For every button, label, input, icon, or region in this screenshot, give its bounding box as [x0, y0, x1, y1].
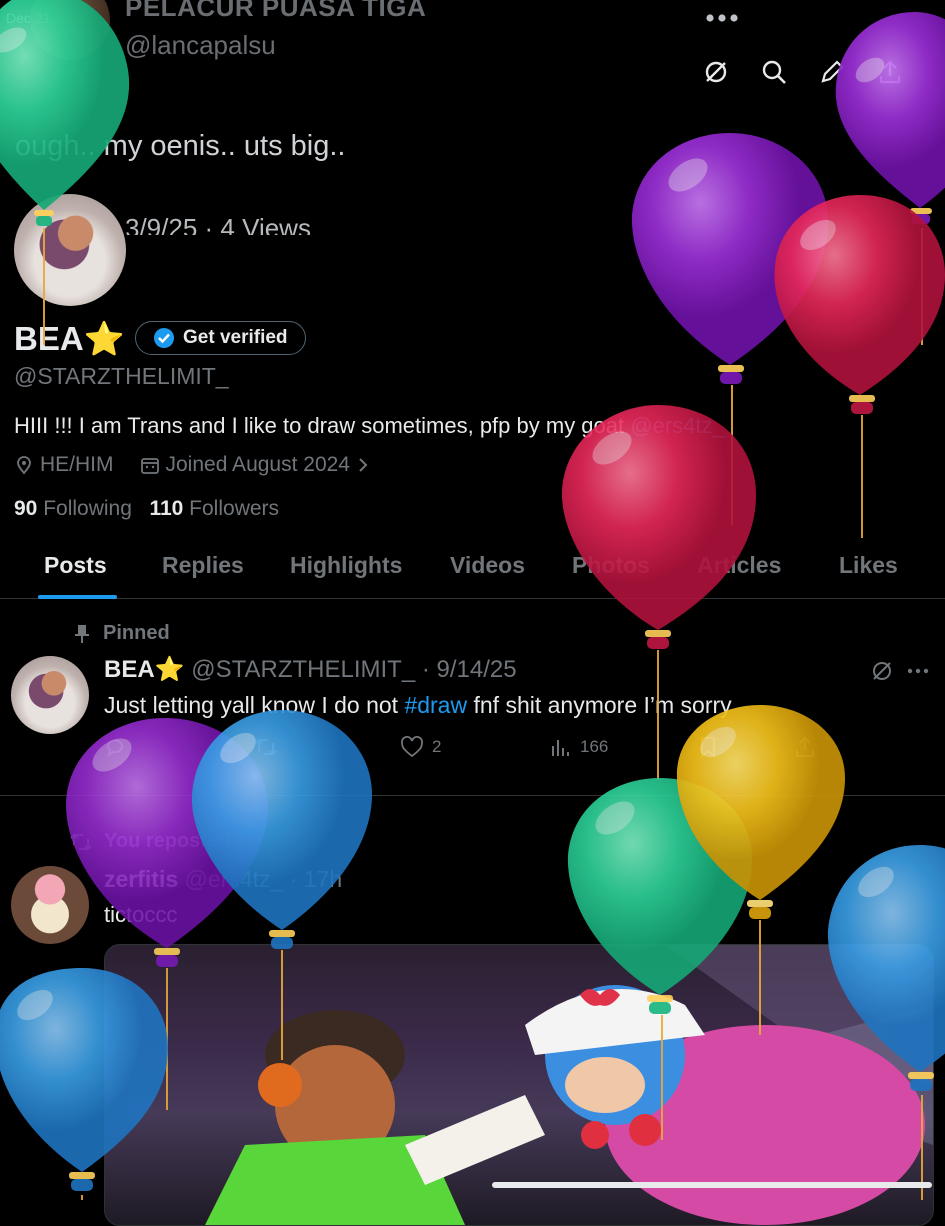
view-count: 166	[580, 737, 609, 756]
compose-icon[interactable]	[814, 54, 850, 90]
pronouns: HE/HIM	[40, 453, 114, 476]
location-icon	[17, 456, 31, 475]
profile-avatar[interactable]	[11, 191, 129, 309]
share-icon[interactable]	[872, 54, 908, 90]
reply-button[interactable]	[104, 736, 126, 758]
search-icon[interactable]	[756, 54, 792, 90]
top-tweet-text: ough.. my oenis.. uts big..	[15, 130, 346, 162]
get-verified-button[interactable]: Get verified	[135, 321, 306, 355]
joined-date: Joined August 2024	[165, 453, 351, 476]
post-handle-date[interactable]: @STARZTHELIMIT_ · 9/14/25	[191, 656, 516, 683]
top-tweet-avatar[interactable]	[30, 0, 110, 60]
tab-posts[interactable]: Posts	[44, 552, 107, 579]
repost-icon	[255, 738, 277, 756]
grok-post-icon[interactable]	[864, 653, 900, 689]
tab-replies[interactable]: Replies	[162, 552, 244, 579]
post-text-after: fnf shit anymore I’m sorry	[467, 692, 732, 718]
repost-author-name[interactable]: zerfitis	[104, 866, 178, 892]
bookmark-button[interactable]	[698, 736, 718, 758]
views-icon	[552, 740, 569, 756]
post-divider	[0, 795, 945, 796]
post-avatar[interactable]	[11, 656, 89, 734]
pinned-indicator: Pinned	[75, 622, 170, 645]
pin-icon	[75, 624, 89, 643]
active-tab-indicator	[38, 595, 117, 599]
tab-videos[interactable]: Videos	[450, 552, 525, 579]
profile-name: BEA⭐	[14, 320, 125, 357]
profile-bio: HIII !!! I am Trans and I like to draw s…	[14, 413, 725, 439]
tab-photos[interactable]: Photos	[572, 552, 650, 579]
profile-handle: @STARZTHELIMIT_	[14, 363, 229, 389]
followers-count: 110	[149, 497, 184, 520]
balloon-purple-2	[631, 133, 829, 525]
pinned-post-text: Just letting yall know I do not #draw fn…	[104, 692, 732, 719]
like-button[interactable]: 2	[400, 736, 441, 758]
top-tweet-name[interactable]: PELACUR PUASA TIGA	[125, 0, 426, 23]
top-tweet-handle[interactable]: @lancapalsu	[125, 30, 276, 61]
follow-counts: 90 Following 110 Followers	[14, 497, 279, 521]
post-actions: 2 166	[104, 736, 824, 762]
repost-text: tictoccc	[104, 902, 178, 927]
followers-label: Followers	[189, 497, 280, 520]
post-more-icon[interactable]	[900, 653, 936, 689]
repost-indicator: You reposted	[70, 830, 230, 853]
tab-articles[interactable]: Articles	[697, 552, 781, 579]
share-post-icon	[796, 736, 814, 757]
repost-button[interactable]	[254, 736, 278, 758]
post-text-before: Just letting yall know I do not	[104, 692, 405, 718]
balloon-red-1	[774, 195, 945, 538]
following-link[interactable]: 90 Following	[14, 497, 132, 520]
repost-label: You reposted	[104, 830, 231, 852]
repost-small-icon	[70, 833, 92, 850]
followers-link[interactable]: 110 Followers	[149, 497, 279, 520]
chevron-right-icon[interactable]	[356, 455, 370, 475]
post-author-name[interactable]: BEA⭐	[104, 656, 185, 683]
pinned-post-header: BEA⭐ @STARZTHELIMIT_ · 9/14/25	[104, 655, 517, 684]
pinned-label: Pinned	[103, 622, 170, 644]
hashtag-link[interactable]: #draw	[404, 692, 467, 718]
like-count: 2	[432, 737, 442, 756]
verified-badge-icon	[154, 328, 174, 348]
repost-header: zerfitis @ers4tz_ · 17h	[104, 866, 342, 893]
repost-handle-time[interactable]: @ers4tz_ · 17h	[185, 866, 343, 892]
profile-meta: HE/HIM Joined August 2024	[14, 453, 370, 477]
views-button[interactable]: 166	[550, 736, 608, 758]
top-tweet-date-views: 3/9/25 · 4 Views	[125, 213, 311, 235]
home-indicator[interactable]	[492, 1182, 932, 1188]
share-post-button[interactable]	[794, 736, 816, 758]
grok-icon[interactable]	[698, 54, 734, 90]
more-icon[interactable]	[704, 0, 740, 36]
heart-icon	[401, 736, 423, 758]
tab-likes[interactable]: Likes	[839, 552, 898, 579]
bookmark-icon	[701, 737, 715, 758]
tab-highlights[interactable]: Highlights	[290, 552, 402, 579]
calendar-icon	[140, 458, 159, 474]
bio-mention-link[interactable]: @ers4tz_	[630, 413, 724, 438]
following-count: 90	[14, 497, 38, 520]
get-verified-label: Get verified	[183, 327, 288, 348]
repost-avatar[interactable]	[11, 866, 89, 944]
bio-text: HIII !!! I am Trans and I like to draw s…	[14, 413, 631, 438]
reply-icon	[107, 739, 123, 758]
following-label: Following	[43, 497, 132, 520]
profile-tabs: Posts Replies Highlights Videos Photos A…	[0, 540, 945, 599]
